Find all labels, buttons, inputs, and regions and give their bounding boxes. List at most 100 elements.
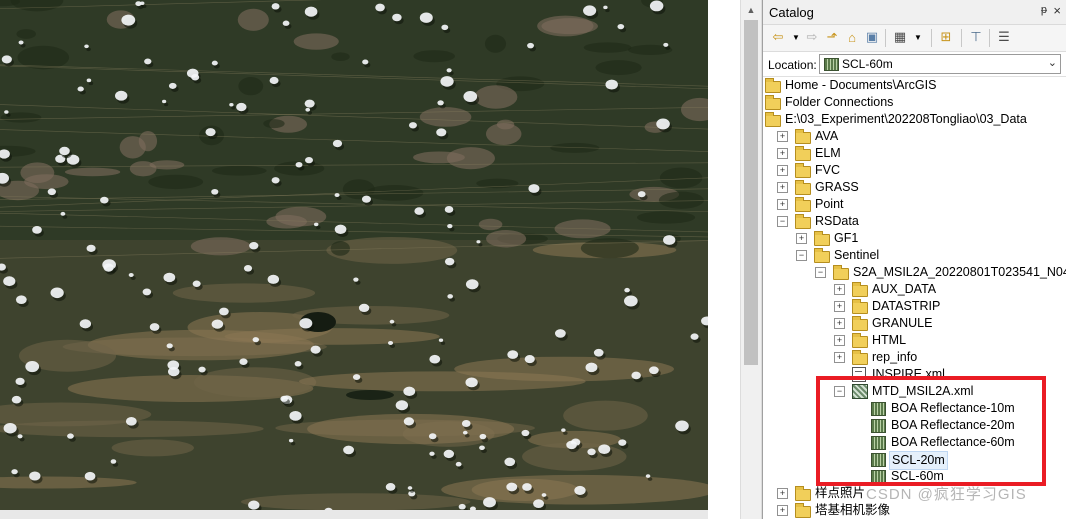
collapse-icon[interactable]: − bbox=[815, 267, 826, 278]
expand-icon[interactable]: + bbox=[777, 148, 788, 159]
details-icon[interactable]: ☰ bbox=[995, 28, 1013, 46]
cloud bbox=[3, 422, 17, 434]
cloud bbox=[574, 485, 586, 495]
cloud bbox=[60, 211, 66, 216]
tree-item[interactable]: + AUX_DATA bbox=[763, 281, 1066, 298]
tree-item[interactable]: + FVC bbox=[763, 162, 1066, 179]
tree-item[interactable]: E:\03_Experiment\202208Tongliao\03_Data bbox=[763, 111, 1066, 128]
cloud bbox=[59, 146, 70, 156]
cloud bbox=[269, 76, 279, 85]
expand-icon[interactable]: + bbox=[796, 233, 807, 244]
close-icon[interactable]: × bbox=[1053, 3, 1061, 18]
expand-icon[interactable]: + bbox=[777, 182, 788, 193]
cloud bbox=[128, 273, 134, 278]
cloud bbox=[585, 362, 598, 373]
expand-icon[interactable]: + bbox=[777, 199, 788, 210]
tree-item-label: E:\03_Experiment\202208Tongliao\03_Data bbox=[785, 112, 1027, 126]
tree-item-label: DATASTRIP bbox=[872, 299, 941, 313]
tree-item[interactable]: + DATASTRIP bbox=[763, 298, 1066, 315]
back-arrow-icon[interactable]: ⇦ bbox=[769, 28, 787, 46]
cloud bbox=[649, 366, 659, 375]
tree-item[interactable]: − Sentinel bbox=[763, 247, 1066, 264]
tree-item[interactable]: + AVA bbox=[763, 128, 1066, 145]
expand-icon[interactable]: + bbox=[777, 131, 788, 142]
tree-item[interactable]: + HTML bbox=[763, 332, 1066, 349]
tree-item[interactable]: + Point bbox=[763, 196, 1066, 213]
expand-icon[interactable]: + bbox=[777, 488, 788, 499]
map-view[interactable] bbox=[0, 0, 708, 519]
map-horizontal-scrollbar[interactable] bbox=[0, 510, 708, 519]
tree-item[interactable]: + GRASS bbox=[763, 179, 1066, 196]
cloud bbox=[522, 483, 532, 491]
dark-feature bbox=[346, 390, 394, 400]
cloud bbox=[239, 358, 248, 365]
collapse-icon[interactable]: − bbox=[777, 216, 788, 227]
cloud bbox=[663, 42, 669, 47]
tree-item[interactable]: Folder Connections bbox=[763, 94, 1066, 111]
tree-item[interactable]: + 塔基相机影像 bbox=[763, 502, 1066, 519]
expand-icon[interactable]: + bbox=[834, 352, 845, 363]
tree-item[interactable]: − S2A_MSIL2A_20220801T023541_N04 bbox=[763, 264, 1066, 281]
field-patch bbox=[16, 29, 36, 39]
expand-icon[interactable]: + bbox=[834, 335, 845, 346]
tree-item[interactable]: + GRANULE bbox=[763, 315, 1066, 332]
view-options-icon[interactable]: ▦ bbox=[891, 28, 909, 46]
cloud bbox=[656, 118, 670, 130]
map-vertical-scrollbar[interactable]: ▲ bbox=[740, 0, 762, 519]
cloud bbox=[304, 6, 318, 17]
tree-item[interactable]: + rep_info bbox=[763, 349, 1066, 366]
tree-item[interactable]: + ELM bbox=[763, 145, 1066, 162]
raster-icon bbox=[824, 58, 839, 71]
cloud bbox=[444, 257, 455, 266]
tree-view-icon[interactable]: ⊤ bbox=[967, 28, 985, 46]
chevron-down-icon[interactable]: ⌄ bbox=[1048, 56, 1057, 69]
expand-icon[interactable]: + bbox=[777, 165, 788, 176]
cloud bbox=[429, 451, 435, 456]
home-icon[interactable]: ⌂ bbox=[843, 28, 861, 46]
up-folder-icon[interactable]: ⬏ bbox=[823, 28, 841, 46]
expand-icon[interactable]: + bbox=[834, 284, 845, 295]
expand-icon[interactable]: + bbox=[834, 301, 845, 312]
cloud bbox=[352, 374, 361, 381]
folder-icon bbox=[795, 486, 811, 501]
tree-item[interactable]: − RSData bbox=[763, 213, 1066, 230]
tree-item[interactable]: + GF1 bbox=[763, 230, 1066, 247]
cloud bbox=[121, 14, 136, 26]
cloud bbox=[436, 128, 447, 137]
cloud bbox=[294, 361, 302, 367]
scroll-up-arrow-icon[interactable]: ▲ bbox=[741, 2, 761, 18]
expand-icon[interactable]: + bbox=[834, 318, 845, 329]
folder-icon bbox=[795, 180, 811, 195]
catalog-titlebar[interactable]: Catalog ᵽ × bbox=[763, 0, 1066, 25]
tree-item-label: Folder Connections bbox=[785, 95, 894, 109]
forward-arrow-icon[interactable]: ⇨ bbox=[803, 28, 821, 46]
tree-item-label: AUX_DATA bbox=[872, 282, 937, 296]
cloud bbox=[86, 78, 92, 83]
field-patch bbox=[330, 241, 350, 256]
cloud bbox=[389, 319, 395, 324]
tree-item[interactable]: Home - Documents\ArcGIS bbox=[763, 77, 1066, 94]
field-patch bbox=[484, 34, 507, 53]
expand-icon[interactable]: + bbox=[777, 505, 788, 516]
cloud bbox=[288, 438, 294, 443]
cloud bbox=[149, 323, 160, 331]
folder-icon bbox=[795, 214, 811, 229]
scrollbar-thumb[interactable] bbox=[744, 20, 758, 365]
cloud bbox=[527, 42, 534, 49]
pin-icon[interactable]: ᵽ bbox=[1041, 4, 1047, 16]
cloud bbox=[645, 474, 651, 478]
connect-folder-icon[interactable]: ▣ bbox=[863, 28, 881, 46]
cloud bbox=[17, 434, 23, 439]
cloud bbox=[446, 68, 452, 73]
field-patch bbox=[541, 18, 598, 35]
cloud bbox=[289, 411, 302, 421]
cloud bbox=[690, 333, 699, 340]
cloud bbox=[362, 59, 369, 65]
toolbar-separator bbox=[885, 29, 886, 47]
view-dropdown-icon[interactable]: ▼ bbox=[909, 28, 927, 46]
location-combobox[interactable]: SCL-60m ⌄ bbox=[819, 54, 1061, 74]
cloud-shadow bbox=[164, 102, 169, 107]
cloud bbox=[403, 386, 416, 397]
collapse-icon[interactable]: − bbox=[796, 250, 807, 261]
new-item-icon[interactable]: ⊞ bbox=[937, 28, 955, 46]
